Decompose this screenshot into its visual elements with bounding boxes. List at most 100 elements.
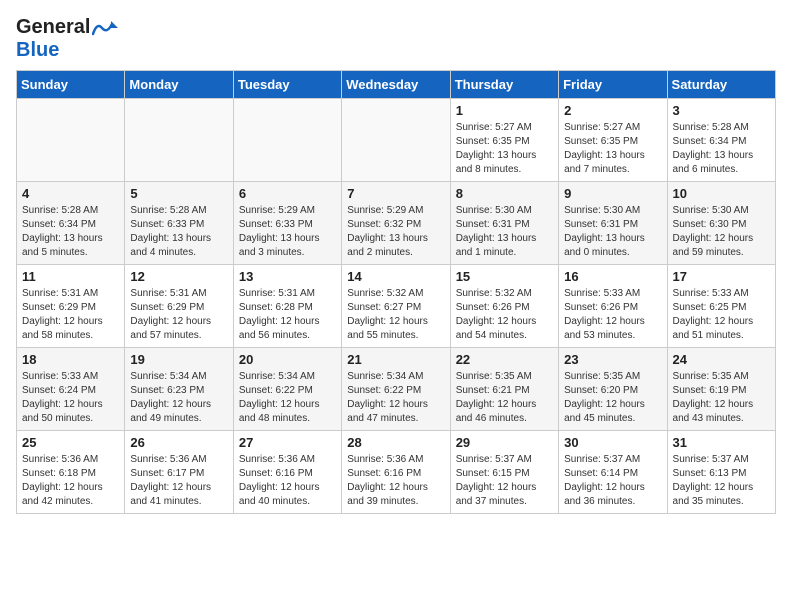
- logo-general-text: General: [16, 16, 90, 39]
- day-info: Sunrise: 5:35 AM Sunset: 6:20 PM Dayligh…: [564, 370, 661, 426]
- day-number: 14: [347, 269, 444, 284]
- day-info: Sunrise: 5:30 AM Sunset: 6:31 PM Dayligh…: [456, 204, 553, 260]
- day-number: 10: [673, 186, 770, 201]
- day-info: Sunrise: 5:32 AM Sunset: 6:27 PM Dayligh…: [347, 287, 444, 343]
- day-number: 30: [564, 435, 661, 450]
- day-info: Sunrise: 5:33 AM Sunset: 6:26 PM Dayligh…: [564, 287, 661, 343]
- calendar-cell: 25 Sunrise: 5:36 AM Sunset: 6:18 PM Dayli…: [17, 431, 125, 514]
- day-number: 16: [564, 269, 661, 284]
- day-number: 3: [673, 103, 770, 118]
- day-info: Sunrise: 5:30 AM Sunset: 6:31 PM Dayligh…: [564, 204, 661, 260]
- day-info: Sunrise: 5:33 AM Sunset: 6:24 PM Dayligh…: [22, 370, 119, 426]
- day-number: 19: [130, 352, 227, 367]
- calendar-table: SundayMondayTuesdayWednesdayThursdayFrid…: [16, 70, 776, 514]
- calendar-cell: 28 Sunrise: 5:36 AM Sunset: 6:16 PM Dayli…: [342, 431, 450, 514]
- day-info: Sunrise: 5:37 AM Sunset: 6:15 PM Dayligh…: [456, 453, 553, 509]
- weekday-header-friday: Friday: [559, 71, 667, 99]
- calendar-cell: 6 Sunrise: 5:29 AM Sunset: 6:33 PM Daylig…: [233, 182, 341, 265]
- day-number: 1: [456, 103, 553, 118]
- day-number: 29: [456, 435, 553, 450]
- day-info: Sunrise: 5:36 AM Sunset: 6:16 PM Dayligh…: [239, 453, 336, 509]
- day-info: Sunrise: 5:35 AM Sunset: 6:19 PM Dayligh…: [673, 370, 770, 426]
- day-info: Sunrise: 5:28 AM Sunset: 6:33 PM Dayligh…: [130, 204, 227, 260]
- day-info: Sunrise: 5:29 AM Sunset: 6:33 PM Dayligh…: [239, 204, 336, 260]
- page-header: General Blue: [16, 16, 776, 62]
- day-info: Sunrise: 5:32 AM Sunset: 6:26 PM Dayligh…: [456, 287, 553, 343]
- day-info: Sunrise: 5:31 AM Sunset: 6:28 PM Dayligh…: [239, 287, 336, 343]
- day-number: 4: [22, 186, 119, 201]
- calendar-cell: 27Sunrise: 5:36 AM Sunset: 6:16 PM Dayli…: [233, 431, 341, 514]
- calendar-cell: 4Sunrise: 5:28 AM Sunset: 6:34 PM Daylig…: [17, 182, 125, 265]
- calendar-week-1: 1 Sunrise: 5:27 AM Sunset: 6:35 PM Daylig…: [17, 99, 776, 182]
- calendar-cell: 29 Sunrise: 5:37 AM Sunset: 6:15 PM Dayli…: [450, 431, 558, 514]
- calendar-cell: 7 Sunrise: 5:29 AM Sunset: 6:32 PM Daylig…: [342, 182, 450, 265]
- day-info: Sunrise: 5:33 AM Sunset: 6:25 PM Dayligh…: [673, 287, 770, 343]
- day-info: Sunrise: 5:37 AM Sunset: 6:13 PM Dayligh…: [673, 453, 770, 509]
- day-info: Sunrise: 5:36 AM Sunset: 6:18 PM Dayligh…: [22, 453, 119, 509]
- day-number: 31: [673, 435, 770, 450]
- calendar-cell: [125, 99, 233, 182]
- calendar-cell: 1Sunrise: 5:27 AM Sunset: 6:35 PM Daylig…: [450, 99, 558, 182]
- calendar-week-4: 18Sunrise: 5:33 AM Sunset: 6:24 PM Dayli…: [17, 348, 776, 431]
- calendar-cell: 18Sunrise: 5:33 AM Sunset: 6:24 PM Dayli…: [17, 348, 125, 431]
- calendar-cell: 14 Sunrise: 5:32 AM Sunset: 6:27 PM Dayli…: [342, 265, 450, 348]
- calendar-cell: 13 Sunrise: 5:31 AM Sunset: 6:28 PM Dayli…: [233, 265, 341, 348]
- day-info: Sunrise: 5:34 AM Sunset: 6:22 PM Dayligh…: [239, 370, 336, 426]
- day-info: Sunrise: 5:31 AM Sunset: 6:29 PM Dayligh…: [22, 287, 119, 343]
- calendar-cell: 3Sunrise: 5:28 AM Sunset: 6:34 PM Daylig…: [667, 99, 775, 182]
- day-number: 7: [347, 186, 444, 201]
- calendar-cell: 8 Sunrise: 5:30 AM Sunset: 6:31 PM Daylig…: [450, 182, 558, 265]
- logo-blue-text: Blue: [16, 39, 59, 62]
- day-number: 6: [239, 186, 336, 201]
- day-number: 25: [22, 435, 119, 450]
- day-number: 2: [564, 103, 661, 118]
- calendar-cell: 30Sunrise: 5:37 AM Sunset: 6:14 PM Dayli…: [559, 431, 667, 514]
- calendar-cell: 23 Sunrise: 5:35 AM Sunset: 6:20 PM Dayli…: [559, 348, 667, 431]
- calendar-cell: 31 Sunrise: 5:37 AM Sunset: 6:13 PM Dayli…: [667, 431, 775, 514]
- calendar-week-2: 4Sunrise: 5:28 AM Sunset: 6:34 PM Daylig…: [17, 182, 776, 265]
- calendar-cell: [17, 99, 125, 182]
- day-number: 28: [347, 435, 444, 450]
- logo: General Blue: [16, 16, 118, 62]
- day-number: 13: [239, 269, 336, 284]
- calendar-cell: 21 Sunrise: 5:34 AM Sunset: 6:22 PM Dayli…: [342, 348, 450, 431]
- calendar-cell: 19Sunrise: 5:34 AM Sunset: 6:23 PM Dayli…: [125, 348, 233, 431]
- day-info: Sunrise: 5:31 AM Sunset: 6:29 PM Dayligh…: [130, 287, 227, 343]
- day-info: Sunrise: 5:36 AM Sunset: 6:17 PM Dayligh…: [130, 453, 227, 509]
- calendar-week-5: 25 Sunrise: 5:36 AM Sunset: 6:18 PM Dayli…: [17, 431, 776, 514]
- calendar-cell: 20 Sunrise: 5:34 AM Sunset: 6:22 PM Dayli…: [233, 348, 341, 431]
- calendar-cell: [233, 99, 341, 182]
- weekday-header-sunday: Sunday: [17, 71, 125, 99]
- calendar-header-row: SundayMondayTuesdayWednesdayThursdayFrid…: [17, 71, 776, 99]
- day-number: 17: [673, 269, 770, 284]
- calendar-week-3: 11 Sunrise: 5:31 AM Sunset: 6:29 PM Dayli…: [17, 265, 776, 348]
- day-info: Sunrise: 5:30 AM Sunset: 6:30 PM Dayligh…: [673, 204, 770, 260]
- day-number: 24: [673, 352, 770, 367]
- calendar-cell: 24 Sunrise: 5:35 AM Sunset: 6:19 PM Dayli…: [667, 348, 775, 431]
- calendar-cell: 11 Sunrise: 5:31 AM Sunset: 6:29 PM Dayli…: [17, 265, 125, 348]
- calendar-cell: [342, 99, 450, 182]
- day-number: 21: [347, 352, 444, 367]
- calendar-cell: 2 Sunrise: 5:27 AM Sunset: 6:35 PM Daylig…: [559, 99, 667, 182]
- weekday-header-monday: Monday: [125, 71, 233, 99]
- day-info: Sunrise: 5:36 AM Sunset: 6:16 PM Dayligh…: [347, 453, 444, 509]
- day-number: 8: [456, 186, 553, 201]
- day-info: Sunrise: 5:34 AM Sunset: 6:22 PM Dayligh…: [347, 370, 444, 426]
- calendar-cell: 17 Sunrise: 5:33 AM Sunset: 6:25 PM Dayli…: [667, 265, 775, 348]
- calendar-cell: 12 Sunrise: 5:31 AM Sunset: 6:29 PM Dayli…: [125, 265, 233, 348]
- day-info: Sunrise: 5:27 AM Sunset: 6:35 PM Dayligh…: [564, 121, 661, 177]
- calendar-cell: 26 Sunrise: 5:36 AM Sunset: 6:17 PM Dayli…: [125, 431, 233, 514]
- day-number: 23: [564, 352, 661, 367]
- calendar-cell: 15 Sunrise: 5:32 AM Sunset: 6:26 PM Dayli…: [450, 265, 558, 348]
- day-number: 11: [22, 269, 119, 284]
- weekday-header-thursday: Thursday: [450, 71, 558, 99]
- day-number: 5: [130, 186, 227, 201]
- day-info: Sunrise: 5:29 AM Sunset: 6:32 PM Dayligh…: [347, 204, 444, 260]
- day-number: 26: [130, 435, 227, 450]
- logo-wave-icon: [92, 19, 118, 37]
- weekday-header-saturday: Saturday: [667, 71, 775, 99]
- day-number: 15: [456, 269, 553, 284]
- day-number: 20: [239, 352, 336, 367]
- weekday-header-tuesday: Tuesday: [233, 71, 341, 99]
- day-number: 12: [130, 269, 227, 284]
